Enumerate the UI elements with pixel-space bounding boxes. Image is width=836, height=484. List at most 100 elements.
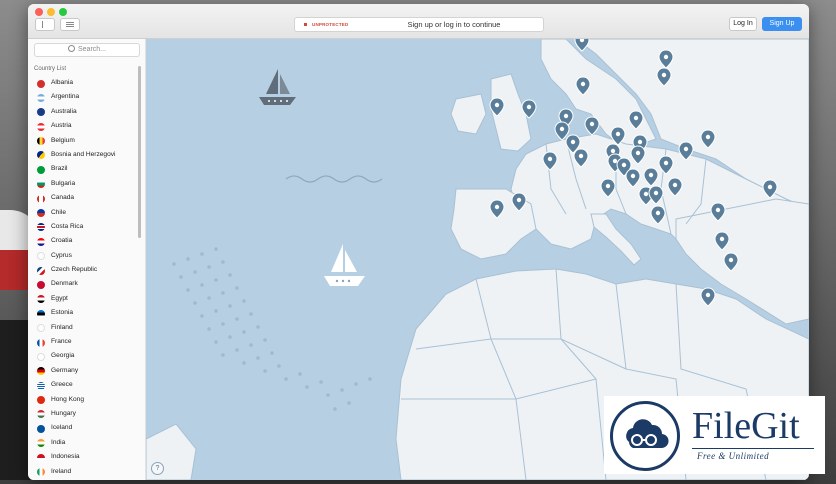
country-name: Bulgaria [51, 179, 76, 187]
country-name: Iceland [51, 424, 73, 432]
close-window-button[interactable] [35, 8, 43, 16]
help-button[interactable]: ? [151, 462, 164, 475]
country-list-item[interactable]: Greece [28, 378, 136, 392]
flag-icon [37, 223, 45, 232]
list-view-icon[interactable] [60, 18, 80, 31]
country-name: Indonesia [51, 453, 80, 461]
country-name: Hong Kong [51, 395, 84, 403]
country-list-item[interactable]: Ireland [28, 465, 136, 479]
flag-icon [37, 93, 45, 102]
country-name: France [51, 338, 72, 346]
flag-icon [37, 180, 45, 189]
country-list-item[interactable]: Bulgaria [28, 177, 136, 191]
country-list-item[interactable]: Costa Rica [28, 220, 136, 234]
flag-icon [37, 209, 45, 218]
country-list-item[interactable]: Germany [28, 364, 136, 378]
country-list-item[interactable]: Hong Kong [28, 393, 136, 407]
flag-icon [37, 108, 45, 117]
country-list-item[interactable]: Czech Republic [28, 263, 136, 277]
country-list-item[interactable]: Argentina [28, 90, 136, 104]
country-list-item[interactable]: Croatia [28, 234, 136, 248]
sign-up-button[interactable]: Sign Up [762, 17, 802, 31]
country-list: Albania Argentina Australia Austria Belgium B… [28, 76, 136, 479]
country-name: Cyprus [51, 251, 72, 259]
country-list-item[interactable]: Cyprus [28, 249, 136, 263]
country-name: Finland [51, 323, 73, 331]
country-name: Argentina [51, 93, 80, 101]
country-list-item[interactable]: Albania [28, 76, 136, 90]
country-list-header: Country List [34, 66, 67, 72]
country-list-item[interactable]: Australia [28, 105, 136, 119]
country-list-item[interactable]: Indonesia [28, 450, 136, 464]
country-list-item[interactable]: India [28, 436, 136, 450]
zoom-window-button[interactable] [59, 8, 67, 16]
flag-icon [37, 79, 45, 88]
country-list-item[interactable]: France [28, 335, 136, 349]
title-bar: UNPROTECTED Sign up or log in to continu… [28, 4, 809, 39]
country-list-item[interactable]: Estonia [28, 306, 136, 320]
sidebar: Search... Country List Albania Argentina A… [28, 39, 146, 480]
flag-icon [37, 122, 45, 131]
country-name: Hungary [51, 409, 76, 417]
country-name: India [51, 438, 66, 446]
country-name: Canada [51, 194, 75, 202]
search-placeholder: Search... [77, 46, 106, 53]
country-list-item[interactable]: Finland [28, 321, 136, 335]
flag-icon [37, 295, 45, 304]
flag-icon [37, 309, 45, 318]
flag-icon [37, 237, 45, 246]
country-name: Germany [51, 366, 79, 374]
flag-icon [37, 410, 45, 419]
watermark-subtitle: Free & Unlimited [697, 451, 770, 461]
flag-icon [37, 367, 45, 376]
country-name: Belgium [51, 136, 75, 144]
sidebar-scrollbar[interactable] [138, 66, 141, 238]
country-name: Chile [51, 208, 67, 216]
connection-status-bar: UNPROTECTED Sign up or log in to continu… [294, 17, 544, 32]
minimize-window-button[interactable] [47, 8, 55, 16]
country-name: Georgia [51, 352, 75, 360]
flag-icon [37, 194, 45, 203]
flag-icon [37, 324, 45, 333]
country-list-item[interactable]: Hungary [28, 407, 136, 421]
country-name: Albania [51, 79, 73, 86]
flag-icon [37, 137, 45, 146]
search-input[interactable]: Search... [34, 43, 140, 57]
country-list-item[interactable]: Austria [28, 119, 136, 133]
flag-icon [37, 280, 45, 289]
country-list-item[interactable]: Brazil [28, 162, 136, 176]
flag-icon [37, 468, 45, 477]
country-name: Bosnia and Herzegovi [51, 150, 116, 158]
log-in-button[interactable]: Log In [729, 17, 757, 31]
status-message: Sign up or log in to continue [407, 20, 501, 29]
country-list-item[interactable]: Chile [28, 206, 136, 220]
country-list-item[interactable]: Egypt [28, 292, 136, 306]
country-name: Greece [51, 381, 73, 389]
country-list-item[interactable]: Denmark [28, 277, 136, 291]
country-name: Denmark [51, 280, 78, 288]
background-object [0, 320, 30, 480]
flag-icon [37, 439, 45, 448]
country-list-item[interactable]: Iceland [28, 421, 136, 435]
filegit-watermark: FileGit Free & Unlimited [604, 396, 825, 474]
flag-icon [37, 453, 45, 462]
country-name: Brazil [51, 165, 68, 173]
flag-icon [37, 266, 45, 275]
country-list-item[interactable]: Canada [28, 191, 136, 205]
country-list-item[interactable]: Georgia [28, 349, 136, 363]
country-list-item[interactable]: Bosnia and Herzegovi [28, 148, 136, 162]
country-name: Croatia [51, 237, 73, 245]
country-name: Austria [51, 122, 72, 130]
flag-icon [37, 381, 45, 390]
search-icon [67, 45, 75, 52]
flag-icon [37, 424, 45, 433]
country-name: Czech Republic [51, 266, 98, 274]
watermark-divider [692, 448, 814, 449]
flag-icon [37, 352, 45, 361]
country-name: Egypt [51, 294, 68, 302]
flag-icon [37, 396, 45, 405]
cloud-logo-icon [610, 401, 680, 471]
watermark-title: FileGit [692, 405, 800, 447]
country-list-item[interactable]: Belgium [28, 134, 136, 148]
sidebar-toggle-icon[interactable] [35, 18, 55, 31]
